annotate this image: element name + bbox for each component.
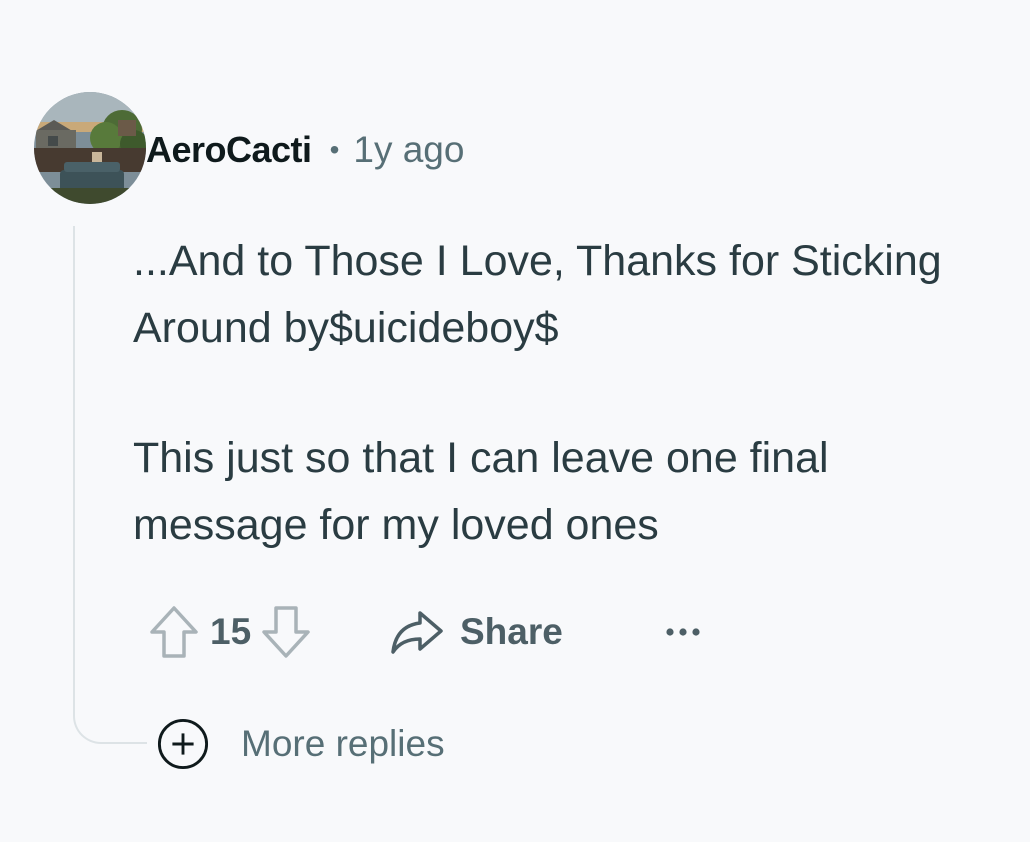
share-arrow-icon	[391, 611, 443, 654]
thread-line[interactable]	[73, 226, 75, 688]
share-button[interactable]: Share	[390, 609, 563, 655]
timestamp[interactable]: 1y ago	[353, 129, 464, 171]
comment-body: ...And to Those I Love, Thanks for Stick…	[133, 228, 1003, 559]
more-replies-label: More replies	[241, 723, 445, 764]
avatar[interactable]	[34, 92, 146, 204]
arrow-down-icon	[262, 606, 310, 658]
comment-paragraph: This just so that I can leave one final …	[133, 434, 829, 549]
comment-actions: 15 Share	[144, 600, 709, 664]
share-label: Share	[460, 611, 563, 652]
more-options-button[interactable]	[659, 607, 709, 657]
vote-score: 15	[210, 611, 252, 652]
comment-meta: AeroCacti • 1y ago	[146, 126, 464, 174]
downvote-button[interactable]	[256, 602, 316, 662]
meta-separator: •	[329, 134, 340, 165]
username[interactable]: AeroCacti	[146, 129, 312, 171]
arrow-up-icon	[150, 606, 198, 658]
thread-line-connector	[73, 686, 147, 744]
upvote-button[interactable]	[144, 602, 204, 662]
ellipsis-icon	[666, 628, 700, 636]
comment-paragraph: ...And to Those I Love, Thanks for Stick…	[133, 237, 942, 352]
backyard-photo-avatar-icon	[34, 92, 146, 204]
plus-circle-icon	[157, 718, 209, 770]
more-replies-button[interactable]: More replies	[157, 716, 445, 772]
comment-thread: AeroCacti • 1y ago ...And to Those I Lov…	[0, 0, 1030, 842]
